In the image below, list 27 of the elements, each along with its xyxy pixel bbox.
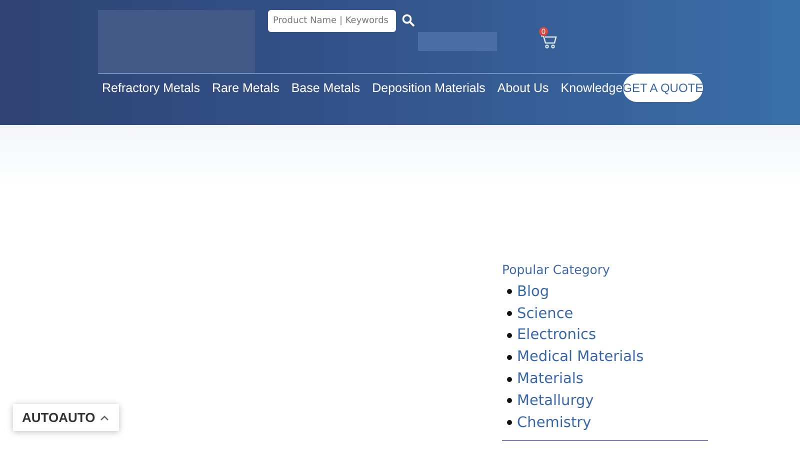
category-link[interactable]: Materials [517, 371, 584, 388]
nav-link[interactable]: Rare Metals [212, 81, 280, 95]
bullet-icon [507, 376, 512, 382]
nav-link[interactable]: Knowledge [560, 81, 623, 95]
nav-link[interactable]: Deposition Materials [372, 81, 486, 95]
nav-link[interactable]: Refractory Metals [102, 81, 200, 95]
category-link[interactable]: Electronics [517, 327, 596, 344]
bullet-icon [507, 332, 512, 338]
get-quote-button[interactable]: GET A QUOTE [622, 74, 704, 102]
chevron-up-icon [100, 414, 110, 420]
category-link[interactable]: Blog [517, 284, 550, 300]
category-link[interactable]: Science [517, 306, 574, 322]
sidebar-title: Popular Category [502, 262, 611, 277]
bullet-icon [507, 398, 512, 404]
nav-link[interactable]: Base Metals [291, 81, 360, 95]
nav-link[interactable]: About Us [497, 81, 549, 95]
bullet-icon [507, 289, 512, 294]
category-link[interactable]: Metallurgy [517, 392, 594, 409]
category-link[interactable]: Chemistry [517, 414, 592, 431]
auto-selector-button[interactable]: AUTOAUTO [13, 404, 120, 431]
search-icon[interactable] [402, 14, 415, 26]
bullet-icon [507, 354, 512, 360]
bullet-icon [507, 311, 512, 316]
bullet-icon [507, 420, 512, 426]
search-field[interactable]: Product Name | Keywords [268, 10, 396, 32]
category-link[interactable]: Medical Materials [517, 349, 644, 366]
cart-icon [540, 33, 558, 49]
